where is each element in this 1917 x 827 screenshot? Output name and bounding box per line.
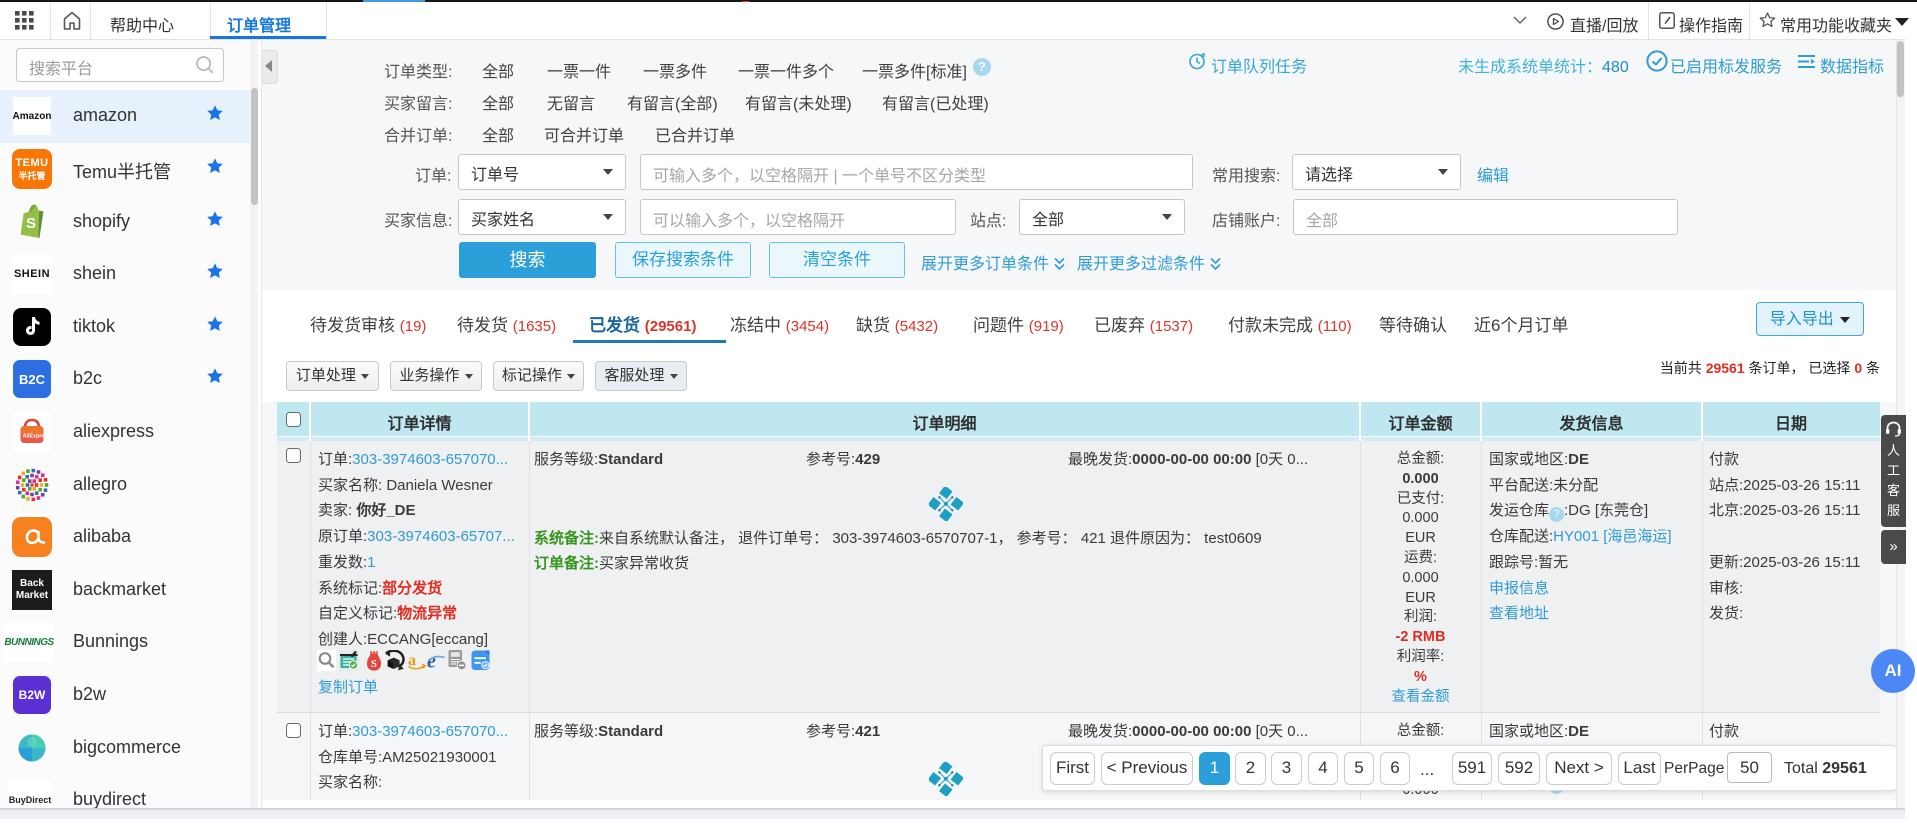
svg-text:e: e xyxy=(427,651,436,672)
svg-text:S: S xyxy=(371,659,377,670)
